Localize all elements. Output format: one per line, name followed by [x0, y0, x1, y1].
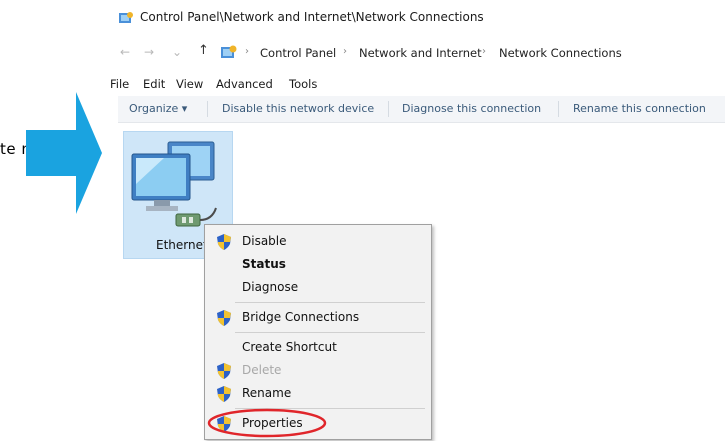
menu-item-diagnose[interactable]: Diagnose [205, 277, 431, 299]
menu-item-label: Status [242, 257, 286, 271]
control-panel-icon [221, 45, 237, 58]
menu-edit[interactable]: Edit [143, 77, 165, 91]
network-connections-window: Control Panel\Network and Internet\Netwo… [110, 0, 725, 441]
menu-item-create-shortcut[interactable]: Create Shortcut [205, 337, 431, 359]
menu-bar: File Edit View Advanced Tools [110, 74, 725, 94]
background-area [0, 0, 110, 441]
breadcrumb-separator: › [245, 46, 249, 57]
pointer-arrow-icon [26, 92, 102, 214]
highlight-ellipse [207, 408, 327, 438]
menu-item-status[interactable]: Status [205, 254, 431, 276]
breadcrumb-control-panel[interactable]: Control Panel [260, 46, 336, 60]
window-title: Control Panel\Network and Internet\Netwo… [140, 10, 484, 24]
adapter-label: Ethernet [156, 238, 208, 252]
network-computers-icon [131, 141, 217, 227]
shield-icon [217, 386, 231, 402]
breadcrumb-separator: › [482, 46, 486, 57]
menu-item-label: Bridge Connections [242, 310, 360, 324]
command-toolbar: Organize ▾ Disable this network device D… [118, 96, 725, 123]
title-bar: Control Panel\Network and Internet\Netwo… [110, 6, 725, 30]
diagnose-connection-button[interactable]: Diagnose this connection [402, 102, 541, 115]
menu-item-label: Delete [242, 363, 282, 377]
shield-icon [217, 234, 231, 250]
menu-separator [235, 332, 425, 333]
disable-device-button[interactable]: Disable this network device [222, 102, 374, 115]
context-menu: Disable Status Diagnose Bridge Connectio… [204, 224, 432, 440]
shield-icon [217, 363, 231, 379]
menu-item-label: Rename [242, 386, 292, 400]
toolbar-divider [207, 101, 208, 117]
toolbar-divider [388, 101, 389, 117]
back-button[interactable]: ← [120, 45, 130, 59]
address-bar: ← → ⌄ ↑ › Control Panel › Network and In… [110, 40, 725, 66]
menu-item-rename[interactable]: Rename [205, 383, 431, 405]
menu-item-label: Create Shortcut [242, 340, 337, 354]
shield-icon [217, 310, 231, 326]
toolbar-divider [558, 101, 559, 117]
menu-item-delete: Delete [205, 360, 431, 382]
menu-separator [235, 302, 425, 303]
breadcrumb-network-and-internet[interactable]: Network and Internet [359, 46, 482, 60]
breadcrumb-separator: › [343, 46, 347, 57]
up-button[interactable]: ↑ [198, 43, 209, 58]
menu-item-bridge-connections[interactable]: Bridge Connections [205, 307, 431, 329]
menu-view[interactable]: View [176, 77, 203, 91]
organize-button[interactable]: Organize ▾ [129, 102, 187, 115]
recent-locations-button[interactable]: ⌄ [172, 45, 182, 59]
menu-file[interactable]: File [110, 77, 129, 91]
menu-item-label: Diagnose [242, 280, 299, 294]
menu-item-disable[interactable]: Disable [205, 231, 431, 253]
forward-button[interactable]: → [144, 45, 154, 59]
control-panel-icon [119, 12, 133, 23]
breadcrumb-network-connections[interactable]: Network Connections [499, 46, 622, 60]
rename-connection-button[interactable]: Rename this connection [573, 102, 706, 115]
menu-item-label: Disable [242, 234, 287, 248]
menu-tools[interactable]: Tools [289, 77, 317, 91]
menu-advanced[interactable]: Advanced [216, 77, 273, 91]
